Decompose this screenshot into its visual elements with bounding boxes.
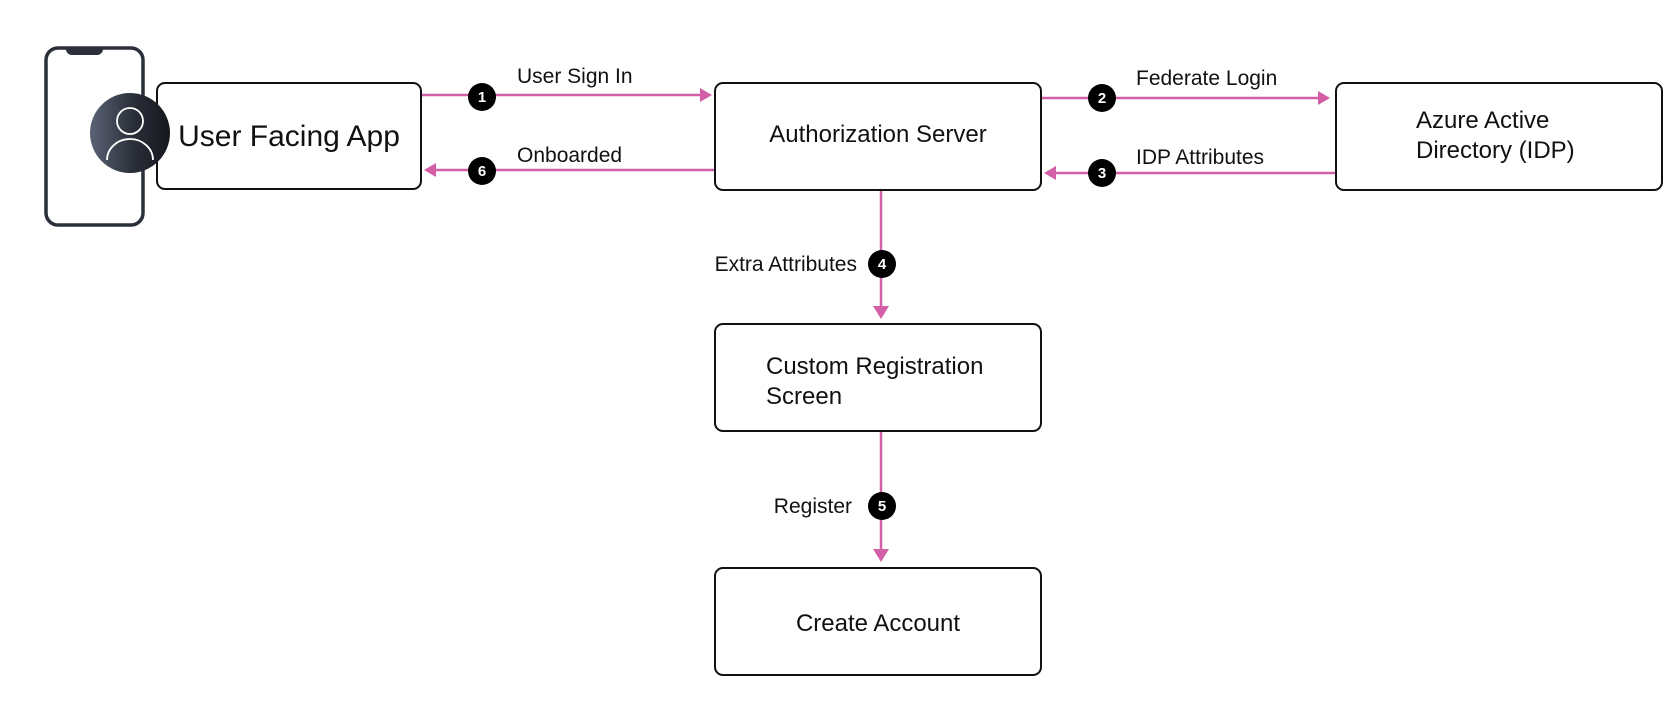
node-user-facing-app: User Facing App <box>156 82 422 190</box>
arrowhead-icon <box>424 163 436 177</box>
step-number: 5 <box>878 498 886 515</box>
arrowhead-icon <box>1318 91 1330 105</box>
node-authorization-server: Authorization Server <box>714 82 1042 191</box>
node-label-line1: Custom Registration <box>766 353 983 380</box>
step-number: 3 <box>1098 165 1106 182</box>
nodes: User Facing App Authorization Server Azu… <box>44 46 1663 676</box>
user-avatar-icon <box>90 93 170 173</box>
arrowhead-icon <box>873 306 889 319</box>
edge-register: 5 Register <box>774 431 896 562</box>
edge-user-sign-in: 1 User Sign In <box>421 65 712 111</box>
node-label: Authorization Server <box>769 121 986 148</box>
step-number: 6 <box>478 163 486 180</box>
step-number: 2 <box>1098 90 1106 107</box>
node-label: User Facing App <box>178 120 400 153</box>
arrowhead-icon <box>873 549 889 562</box>
edge-federate-login: 2 Federate Login <box>1042 67 1330 112</box>
node-create-account: Create Account <box>714 567 1042 676</box>
edge-label: IDP Attributes <box>1136 146 1264 169</box>
step-number: 4 <box>878 256 887 273</box>
edge-label: Federate Login <box>1136 67 1277 90</box>
node-custom-registration-screen: Custom Registration Screen <box>714 323 1042 432</box>
edge-onboarded: 6 Onboarded <box>424 144 714 185</box>
edge-label: Onboarded <box>517 144 622 167</box>
node-label-line1: Azure Active <box>1416 107 1549 134</box>
arrowhead-icon <box>1044 166 1056 180</box>
edge-label: Extra Attributes <box>715 253 857 276</box>
arrowhead-icon <box>700 88 712 102</box>
edge-idp-attributes: 3 IDP Attributes <box>1044 146 1336 187</box>
edge-label: User Sign In <box>517 65 633 88</box>
node-azure-active-directory: Azure Active Directory (IDP) <box>1335 82 1663 191</box>
node-label-line2: Screen <box>766 383 842 410</box>
step-number: 1 <box>478 89 486 106</box>
edge-label: Register <box>774 495 852 518</box>
edge-extra-attributes: 4 Extra Attributes <box>715 190 896 319</box>
node-label-line2: Directory (IDP) <box>1416 137 1575 164</box>
node-label: Create Account <box>796 610 960 637</box>
flow-diagram: 1 User Sign In 6 Onboarded 2 Federate Lo… <box>44 46 1663 676</box>
